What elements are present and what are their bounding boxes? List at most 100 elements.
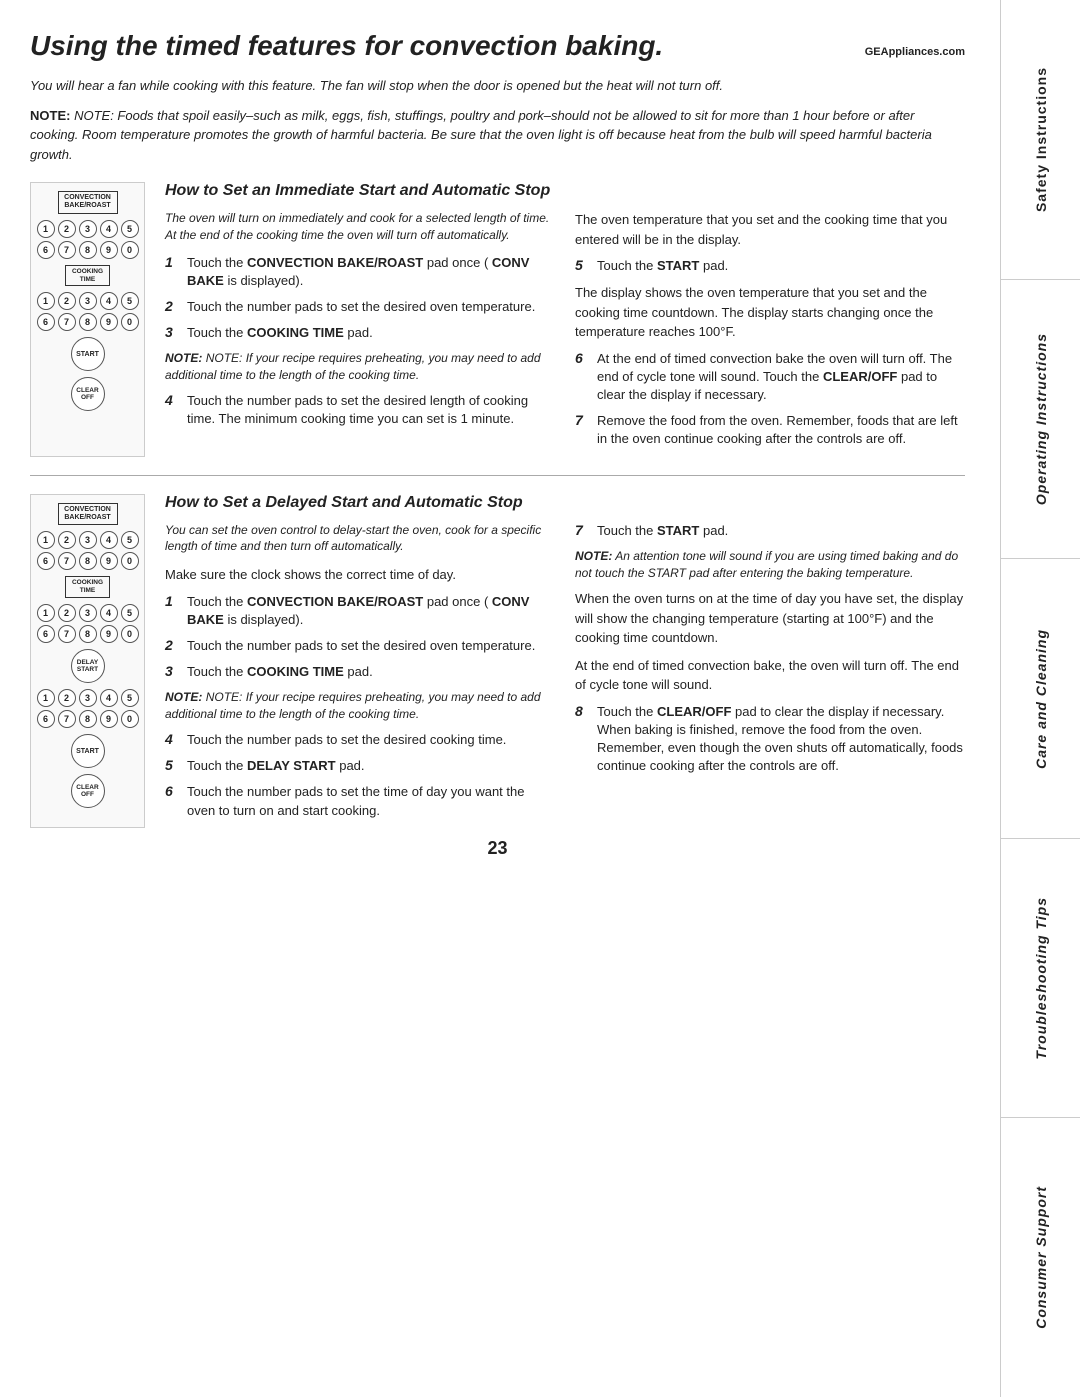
step-num: 1 — [165, 254, 181, 270]
panel1-cooking-label: COOKINGTIME — [65, 265, 110, 287]
num-btn[interactable]: 3 — [79, 292, 97, 310]
step-text: At the end of timed convection bake the … — [597, 350, 965, 405]
num-btn[interactable]: 2 — [58, 220, 76, 238]
num-btn[interactable]: 3 — [79, 531, 97, 549]
step-row: 1 Touch the CONVECTION BAKE/ROAST pad on… — [165, 254, 555, 290]
num-btn[interactable]: 9 — [100, 313, 118, 331]
num-btn[interactable]: 4 — [100, 531, 118, 549]
step-row: 8 Touch the CLEAR/OFF pad to clear the d… — [575, 703, 965, 776]
num-btn[interactable]: 0 — [121, 241, 139, 259]
section-divider — [30, 475, 965, 476]
section2-note-right: NOTE: An attention tone will sound if yo… — [575, 548, 965, 582]
step-num: 1 — [165, 593, 181, 609]
num-btn[interactable]: 7 — [58, 625, 76, 643]
num-btn[interactable]: 5 — [121, 220, 139, 238]
sidebar-troubleshooting: Troubleshooting Tips — [1001, 839, 1080, 1119]
step-note-mid: NOTE: NOTE: If your recipe requires preh… — [165, 350, 555, 384]
panel1-numgrid1: 1 2 3 4 5 6 7 8 9 0 — [37, 220, 139, 259]
oven-panel-1: CONVECTIONBAKE/ROAST 1 2 3 4 5 6 7 8 9 0… — [30, 182, 145, 457]
panel2-numgrid2: 1 2 3 4 5 6 7 8 9 0 — [37, 604, 139, 643]
num-btn[interactable]: 4 — [100, 292, 118, 310]
num-btn[interactable]: 8 — [79, 710, 97, 728]
num-btn[interactable]: 7 — [58, 313, 76, 331]
step-row: 6 Touch the number pads to set the time … — [165, 783, 555, 819]
num-btn[interactable]: 8 — [79, 625, 97, 643]
num-btn[interactable]: 5 — [121, 531, 139, 549]
num-btn[interactable]: 0 — [121, 552, 139, 570]
num-btn[interactable]: 1 — [37, 292, 55, 310]
step-row: 5 Touch the DELAY START pad. — [165, 757, 555, 775]
num-btn[interactable]: 1 — [37, 604, 55, 622]
num-btn[interactable]: 9 — [100, 625, 118, 643]
num-btn[interactable]: 2 — [58, 531, 76, 549]
panel2-delay-start-button[interactable]: DELAYSTART — [71, 649, 105, 683]
num-btn[interactable]: 1 — [37, 220, 55, 238]
section1-heading: How to Set an Immediate Start and Automa… — [165, 182, 965, 200]
num-btn[interactable]: 0 — [121, 625, 139, 643]
num-btn[interactable]: 9 — [100, 241, 118, 259]
panel2-cooking-label: COOKINGTIME — [65, 576, 110, 598]
num-btn[interactable]: 9 — [100, 710, 118, 728]
section2-italic-note: You can set the oven control to delay-st… — [165, 522, 555, 556]
num-btn[interactable]: 8 — [79, 552, 97, 570]
num-btn[interactable]: 5 — [121, 689, 139, 707]
sidebar-consumer: Consumer Support — [1001, 1118, 1080, 1397]
num-btn[interactable]: 7 — [58, 710, 76, 728]
panel2-clear-button[interactable]: CLEAROFF — [71, 774, 105, 808]
step-num: 6 — [165, 783, 181, 799]
oven-panel-2: CONVECTIONBAKE/ROAST 1 2 3 4 5 6 7 8 9 0… — [30, 494, 145, 828]
num-btn[interactable]: 4 — [100, 689, 118, 707]
panel1-start-button[interactable]: START — [71, 337, 105, 371]
num-btn[interactable]: 0 — [121, 710, 139, 728]
step-num: 4 — [165, 731, 181, 747]
num-btn[interactable]: 0 — [121, 313, 139, 331]
step-num: 3 — [165, 324, 181, 340]
num-btn[interactable]: 2 — [58, 689, 76, 707]
num-btn[interactable]: 4 — [100, 220, 118, 238]
num-btn[interactable]: 9 — [100, 552, 118, 570]
page-title: Using the timed features for convection … — [30, 30, 663, 62]
num-btn[interactable]: 2 — [58, 604, 76, 622]
num-btn[interactable]: 6 — [37, 241, 55, 259]
sidebar-operating: Operating Instructions — [1001, 280, 1080, 560]
num-btn[interactable]: 1 — [37, 531, 55, 549]
num-btn[interactable]: 5 — [121, 292, 139, 310]
num-btn[interactable]: 2 — [58, 292, 76, 310]
section1-col-right: The oven temperature that you set and th… — [575, 210, 965, 457]
step-num: 2 — [165, 298, 181, 314]
panel2-label: CONVECTIONBAKE/ROAST — [58, 503, 118, 526]
num-btn[interactable]: 8 — [79, 241, 97, 259]
num-btn[interactable]: 4 — [100, 604, 118, 622]
step-row: 2 Touch the number pads to set the desir… — [165, 298, 555, 316]
step-row: 1 Touch the CONVECTION BAKE/ROAST pad on… — [165, 593, 555, 629]
num-btn[interactable]: 8 — [79, 313, 97, 331]
panel1-clear-button[interactable]: CLEAROFF — [71, 377, 105, 411]
sidebar-safety: Safety Instructions — [1001, 0, 1080, 280]
step-text: Touch the CONVECTION BAKE/ROAST pad once… — [187, 254, 555, 290]
num-btn[interactable]: 6 — [37, 313, 55, 331]
step-num: 6 — [575, 350, 591, 366]
num-btn[interactable]: 7 — [58, 241, 76, 259]
num-btn[interactable]: 3 — [79, 604, 97, 622]
step-text: Touch the START pad. — [597, 522, 728, 540]
num-btn[interactable]: 7 — [58, 552, 76, 570]
step-text: Touch the number pads to set the desired… — [187, 731, 506, 749]
step-text: Touch the CONVECTION BAKE/ROAST pad once… — [187, 593, 555, 629]
num-btn[interactable]: 3 — [79, 220, 97, 238]
section1-two-col: The oven will turn on immediately and co… — [165, 210, 965, 457]
section2-col-right: 7 Touch the START pad. NOTE: An attentio… — [575, 522, 965, 828]
panel1-label: CONVECTIONBAKE/ROAST — [58, 191, 118, 214]
sidebar-safety-label: Safety Instructions — [1033, 67, 1049, 212]
panel2-start-button[interactable]: START — [71, 734, 105, 768]
num-btn[interactable]: 6 — [37, 552, 55, 570]
num-btn[interactable]: 5 — [121, 604, 139, 622]
sidebar-care-label: Care and Cleaning — [1033, 629, 1049, 769]
num-btn[interactable]: 1 — [37, 689, 55, 707]
num-btn[interactable]: 6 — [37, 625, 55, 643]
section1-col-left: The oven will turn on immediately and co… — [165, 210, 555, 457]
panel1-numgrid2: 1 2 3 4 5 6 7 8 9 0 — [37, 292, 139, 331]
title-row: Using the timed features for convection … — [30, 30, 965, 66]
step-text: Touch the COOKING TIME pad. — [187, 663, 373, 681]
num-btn[interactable]: 6 — [37, 710, 55, 728]
num-btn[interactable]: 3 — [79, 689, 97, 707]
